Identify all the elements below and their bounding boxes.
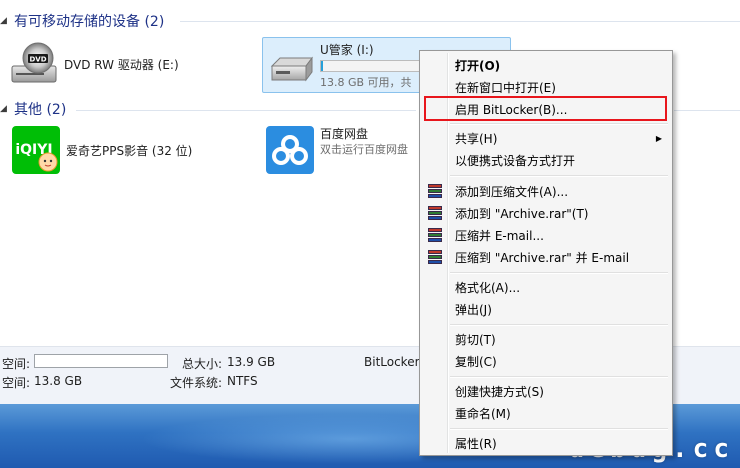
device-name: DVD RW 驱动器 (E:)	[64, 58, 179, 72]
free-space-value: 13.8 GB	[34, 374, 83, 388]
app-name: 爱奇艺PPS影音 (32 位)	[66, 144, 193, 158]
menu-item-open-new-window[interactable]: 在新窗口中打开(E)	[422, 76, 670, 98]
group-divider	[674, 110, 740, 111]
menu-item-open[interactable]: 打开(O)	[422, 54, 670, 76]
usb-drive-icon	[266, 42, 316, 88]
svg-text:DVD: DVD	[29, 56, 46, 64]
menu-item-create-shortcut[interactable]: 创建快捷方式(S)	[422, 380, 670, 402]
menu-separator	[450, 376, 668, 378]
group-divider	[180, 21, 740, 22]
submenu-arrow-icon: ▶	[655, 133, 662, 143]
group-divider	[76, 110, 416, 111]
menu-item-compress-rar-email[interactable]: 压缩到 "Archive.rar" 并 E-mail	[422, 246, 670, 268]
winrar-icon	[427, 205, 443, 221]
group-header-removable[interactable]: ◢ 有可移动存储的设备 (2)	[0, 11, 164, 31]
menu-separator	[450, 428, 668, 430]
file-system-value: NTFS	[227, 374, 258, 388]
iqiyi-icon: iQIYI	[12, 126, 62, 174]
menu-item-share[interactable]: 共享(H) ▶	[422, 127, 670, 149]
app-iqiyi[interactable]: iQIYI 爱奇艺PPS影音 (32 位)	[12, 126, 193, 174]
device-dvd-drive[interactable]: DVD DVD RW 驱动器 (E:)	[10, 40, 179, 86]
device-name: U管家 (I:)	[320, 43, 374, 57]
menu-item-add-to-archive-rar[interactable]: 添加到 "Archive.rar"(T)	[422, 202, 670, 224]
menu-item-copy[interactable]: 复制(C)	[422, 350, 670, 372]
baidu-netdisk-icon	[266, 126, 314, 174]
bitlocker-label: BitLocker	[364, 355, 420, 369]
winrar-icon	[427, 249, 443, 265]
menu-separator	[450, 123, 668, 125]
menu-item-eject[interactable]: 弹出(J)	[422, 298, 670, 320]
free-space-text: 13.8 GB 可用，共	[320, 76, 412, 89]
app-description: 双击运行百度网盘	[320, 143, 408, 156]
device-usb-drive[interactable]: U管家 (I:) 13.8 GB 可用，共	[266, 42, 420, 91]
menu-item-add-to-archive[interactable]: 添加到压缩文件(A)...	[422, 180, 670, 202]
highlight-annotation-box	[424, 96, 667, 121]
menu-separator	[450, 324, 668, 326]
space-usage-bar	[34, 354, 168, 368]
free-space-label: 空间:	[2, 376, 31, 390]
group-title: 有可移动存储的设备 (2)	[14, 14, 165, 30]
winrar-icon	[427, 227, 443, 243]
usage-bar	[320, 60, 420, 72]
menu-separator	[450, 175, 668, 177]
menu-item-format[interactable]: 格式化(A)...	[422, 276, 670, 298]
group-header-other[interactable]: ◢ 其他 (2)	[0, 99, 66, 119]
collapse-arrow-icon[interactable]: ◢	[0, 16, 14, 26]
group-title: 其他 (2)	[14, 102, 67, 118]
app-baidu-netdisk[interactable]: 百度网盘 双击运行百度网盘	[266, 126, 408, 174]
menu-item-rename[interactable]: 重命名(M)	[422, 402, 670, 424]
space-label: 空间:	[2, 357, 31, 371]
menu-separator	[450, 272, 668, 274]
winrar-icon	[427, 183, 443, 199]
menu-item-compress-email[interactable]: 压缩并 E-mail...	[422, 224, 670, 246]
file-system-label: 文件系统:	[170, 376, 223, 390]
total-size-label: 总大小:	[182, 357, 223, 371]
app-name: 百度网盘	[320, 127, 369, 141]
menu-item-open-as-portable[interactable]: 以便携式设备方式打开	[422, 149, 670, 171]
menu-item-cut[interactable]: 剪切(T)	[422, 328, 670, 350]
collapse-arrow-icon[interactable]: ◢	[0, 104, 14, 114]
dvd-drive-icon: DVD	[10, 40, 60, 86]
menu-item-properties[interactable]: 属性(R)	[422, 432, 670, 454]
total-size-value: 13.9 GB	[227, 355, 276, 369]
